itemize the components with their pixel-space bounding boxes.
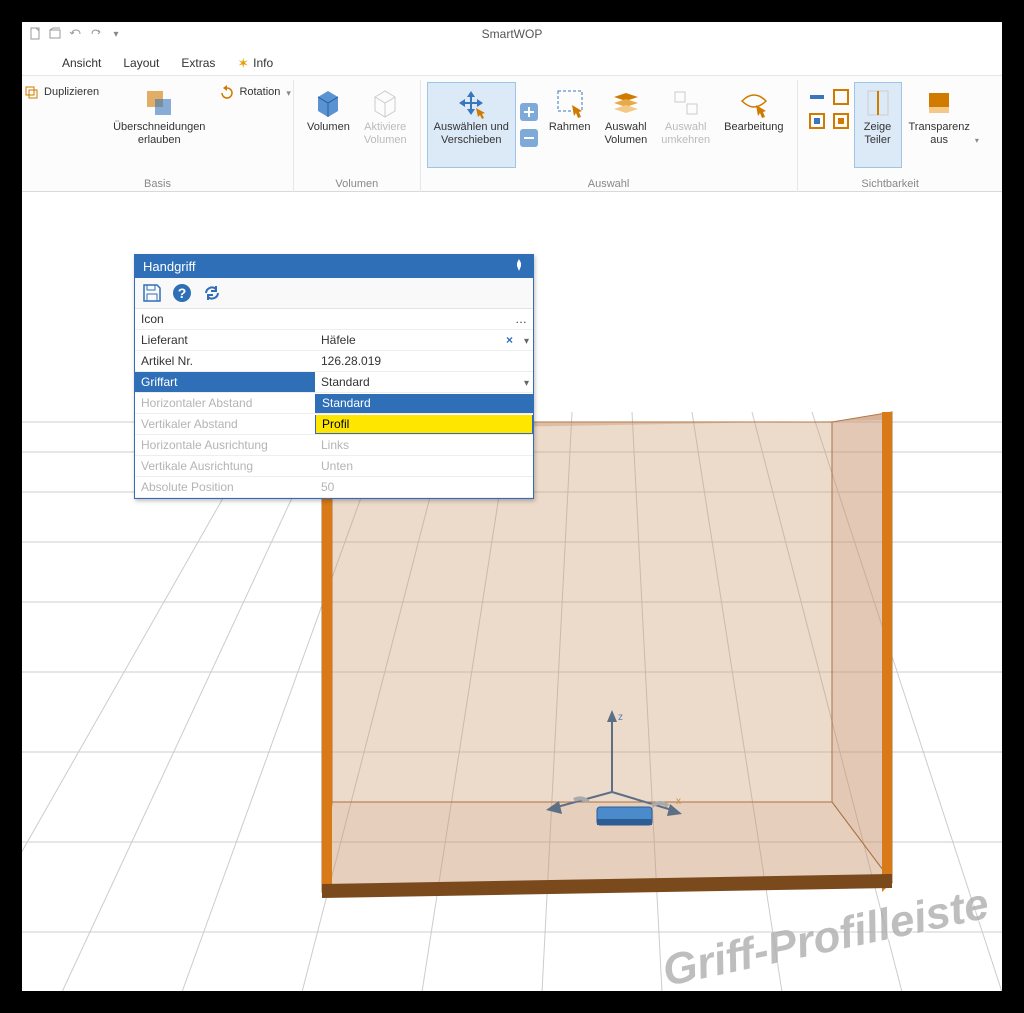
prop-row-h-ausrichtung: Horizontale Ausrichtung Links (135, 435, 533, 456)
menubar: Ansicht Layout Extras ✶ Info (22, 50, 1002, 76)
basis-group-label: Basis (22, 178, 293, 190)
menu-extras[interactable]: Extras (179, 52, 217, 74)
app-title: SmartWOP (482, 27, 543, 41)
info-star-icon: ✶ (237, 56, 249, 70)
volumen-button[interactable]: Volumen (300, 82, 357, 168)
qat-undo-icon[interactable] (68, 26, 84, 42)
vis-icon-3[interactable] (808, 112, 826, 130)
menu-ansicht[interactable]: Ansicht (60, 52, 103, 74)
ellipsis-icon[interactable]: … (515, 312, 527, 326)
pin-icon[interactable] (513, 259, 525, 274)
ribbon: Duplizieren Überschneidungen erlauben Ro… (22, 76, 1002, 192)
property-panel: Handgriff ? Icon … Lieferant (134, 254, 534, 499)
dropdown-option-standard[interactable]: Standard (316, 394, 532, 412)
prop-row-icon[interactable]: Icon … (135, 309, 533, 330)
zeige-teiler-icon (862, 87, 894, 119)
property-table: Icon … Lieferant Häfele × ▾ Artikel Nr. … (135, 309, 533, 498)
chevron-down-icon[interactable]: ▾ (524, 378, 529, 389)
move-cursor-icon (455, 87, 487, 119)
prop-row-v-ausrichtung: Vertikale Ausrichtung Unten (135, 456, 533, 477)
duplicate-icon (24, 85, 40, 101)
chevron-down-icon: ▾ (286, 88, 291, 99)
prop-row-artikelnr[interactable]: Artikel Nr. 126.28.019 (135, 351, 533, 372)
menu-info[interactable]: ✶ Info (235, 52, 275, 74)
panel-header[interactable]: Handgriff (135, 255, 533, 278)
prop-row-griffart[interactable]: Griffart Standard ▾ (135, 372, 533, 393)
auswahl-umkehren-button[interactable]: Auswahl umkehren (654, 82, 717, 168)
sichtbarkeit-group-label: Sichtbarkeit (798, 178, 983, 190)
volumen-group-label: Volumen (294, 178, 420, 190)
dropdown-option-profil[interactable]: Profil (316, 415, 532, 433)
qat-new-icon[interactable] (28, 26, 44, 42)
minus-icon[interactable] (520, 129, 538, 147)
auswahlen-verschieben-button[interactable]: Auswählen und Verschieben (427, 82, 516, 168)
clear-icon[interactable]: × (506, 333, 513, 347)
rotation-icon (219, 85, 235, 101)
qat-redo-icon[interactable] (88, 26, 104, 42)
prop-row-lieferant[interactable]: Lieferant Häfele × ▾ (135, 330, 533, 351)
transparenz-icon (923, 87, 955, 119)
chevron-down-icon[interactable]: ▾ (524, 336, 529, 347)
refresh-icon[interactable] (201, 282, 223, 304)
zeige-teiler-button[interactable]: Zeige Teiler (854, 82, 902, 168)
vis-icon-4[interactable] (832, 112, 850, 130)
help-icon[interactable]: ? (171, 282, 193, 304)
svg-text:x: x (676, 796, 681, 807)
rahmen-icon (554, 87, 586, 119)
aktiviere-volumen-button[interactable]: Aktiviere Volumen (357, 82, 414, 168)
prop-row-v-abstand: Vertikaler Abstand Profil (135, 414, 533, 435)
auswahl-group-label: Auswahl (421, 178, 797, 190)
duplicate-button[interactable]: Duplizieren (19, 82, 104, 104)
svg-text:?: ? (178, 285, 187, 301)
overlap-icon (143, 87, 175, 119)
aktiviere-volumen-icon (369, 87, 401, 119)
auswahl-volumen-button[interactable]: Auswahl Volumen (597, 82, 654, 168)
transparenz-button[interactable]: Transparenz aus ▾ (902, 82, 977, 168)
vis-icon-1[interactable] (808, 88, 826, 106)
auswahl-volumen-icon (610, 87, 642, 119)
vis-icon-2[interactable] (832, 88, 850, 106)
qat-open-icon[interactable] (48, 26, 64, 42)
panel-title: Handgriff (143, 259, 196, 274)
qat-dropdown-icon[interactable]: ▾ (108, 26, 124, 42)
plus-icon[interactable] (520, 103, 538, 121)
rahmen-button[interactable]: Rahmen (542, 82, 598, 168)
bearbeitung-button[interactable]: Bearbeitung (717, 82, 790, 168)
menu-layout[interactable]: Layout (121, 52, 161, 74)
prop-row-abs-position: Absolute Position 50 (135, 477, 533, 498)
titlebar: ▾ SmartWOP (22, 22, 1002, 50)
auswahl-umkehren-icon (670, 87, 702, 119)
bearbeitung-icon (738, 87, 770, 119)
overlap-button[interactable]: Überschneidungen erlauben (106, 82, 212, 168)
prop-row-h-abstand: Horizontaler Abstand Standard (135, 393, 533, 414)
rotation-button[interactable]: Rotation ▾ (214, 82, 296, 104)
save-icon[interactable] (141, 282, 163, 304)
chevron-down-icon: ▾ (975, 136, 979, 146)
volumen-icon (312, 87, 344, 119)
svg-text:z: z (618, 712, 623, 723)
